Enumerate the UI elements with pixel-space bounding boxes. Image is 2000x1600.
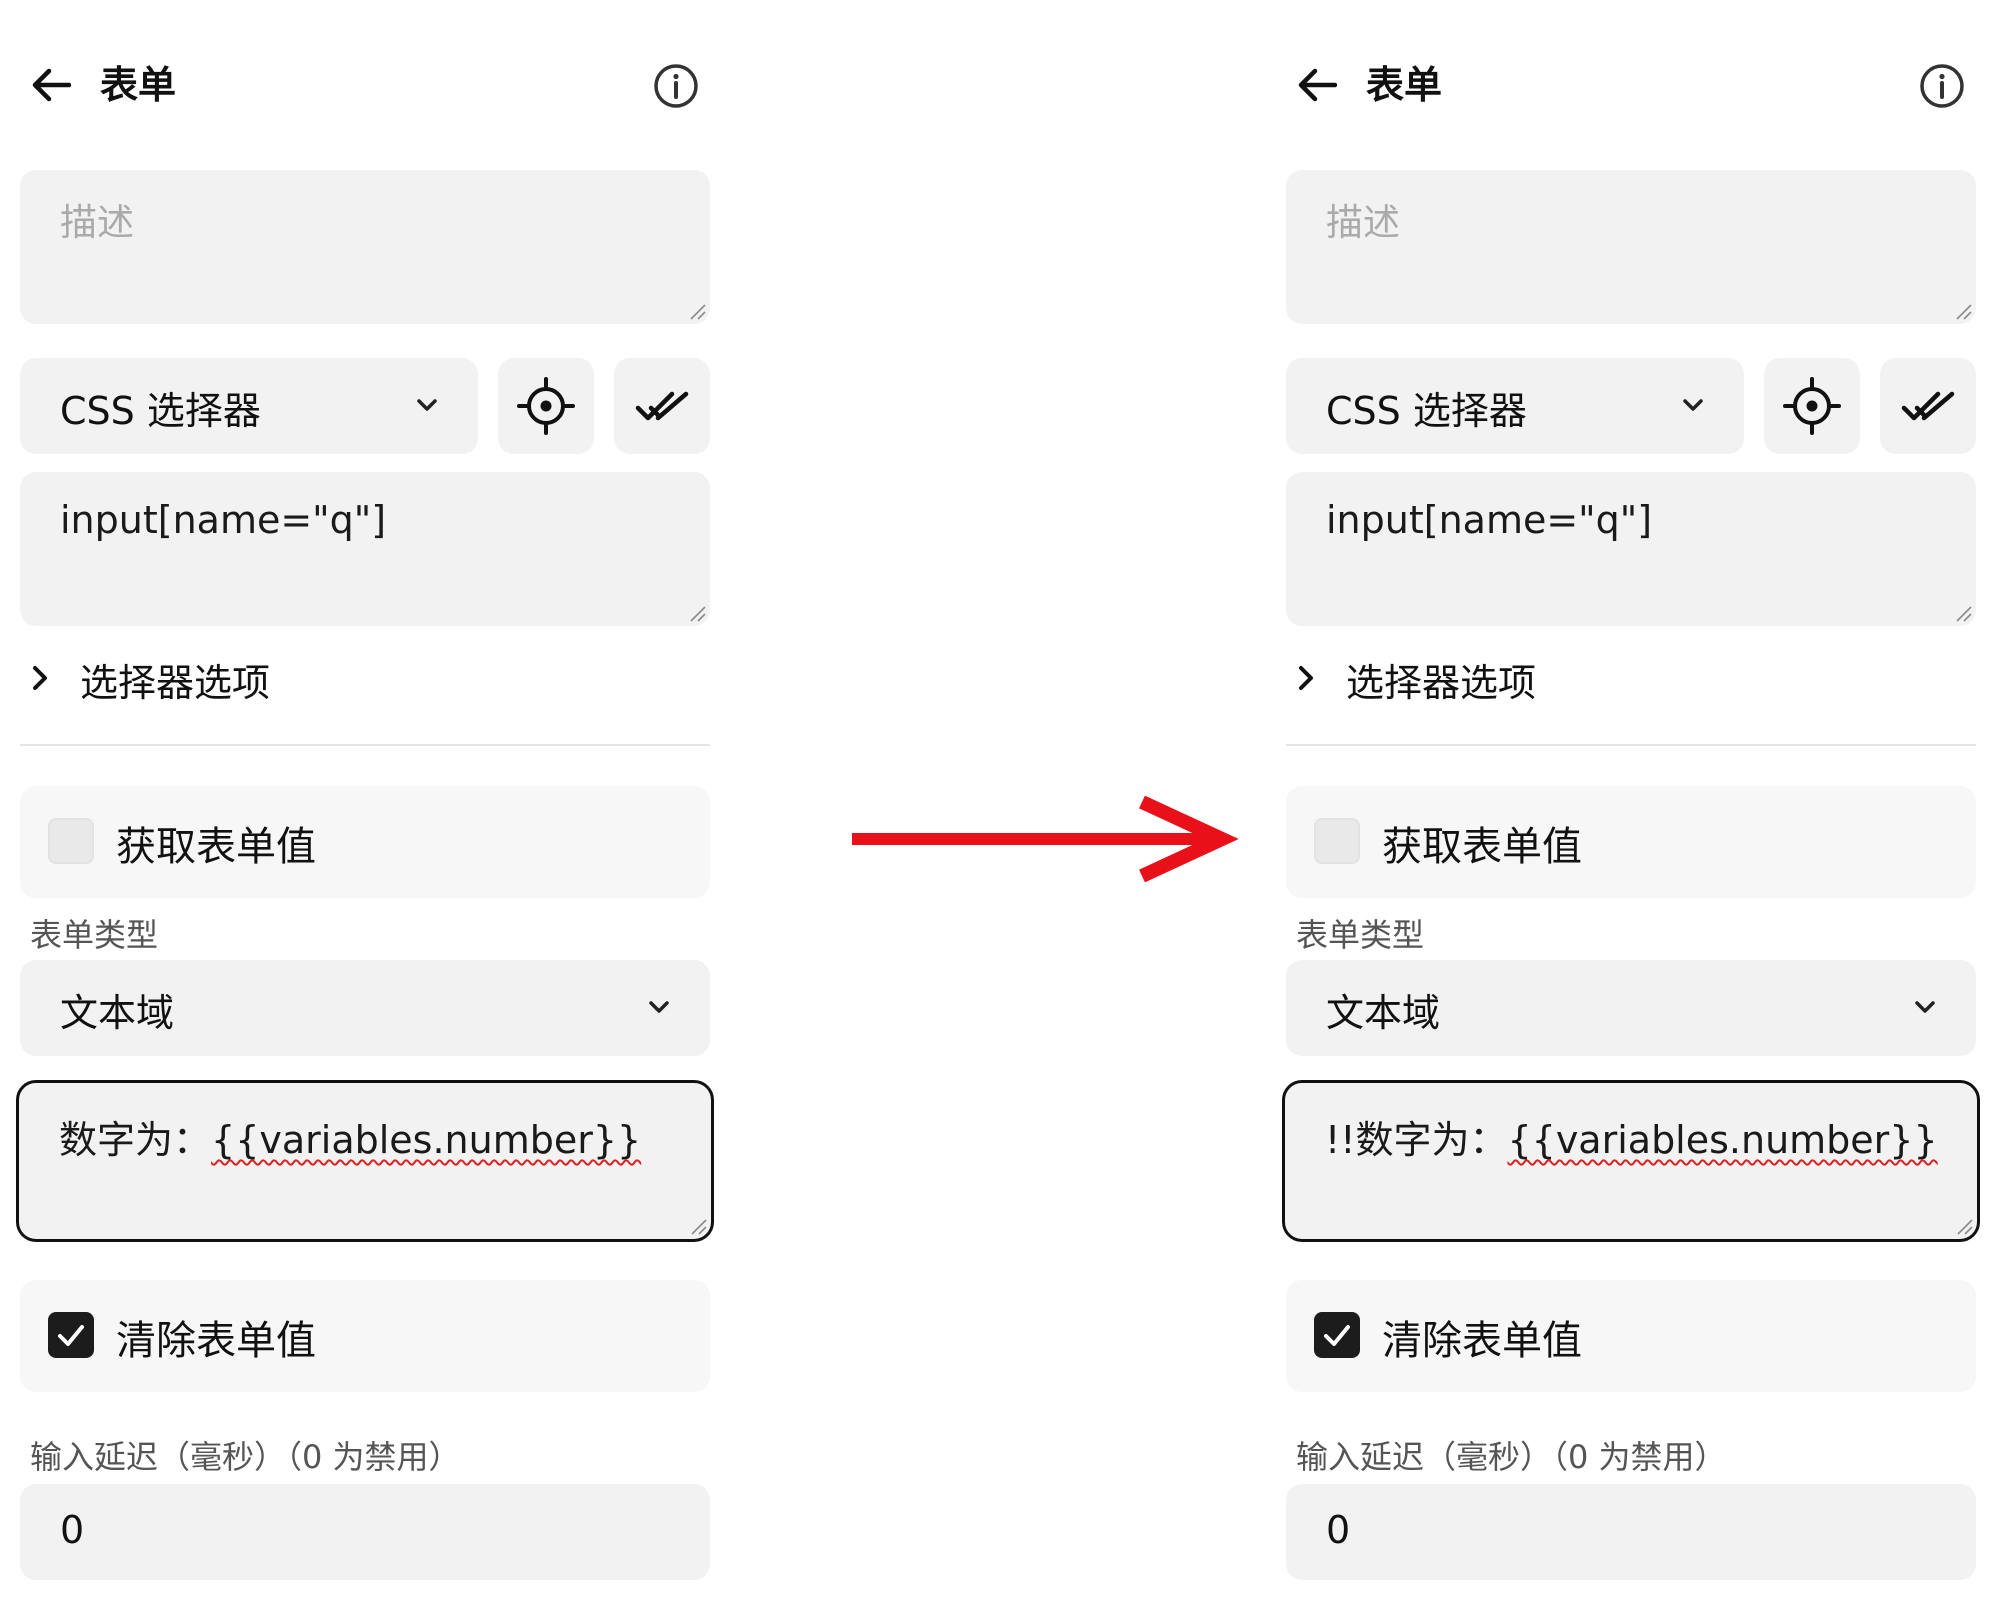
selector-type-select[interactable]: CSS 选择器 [1286, 358, 1744, 454]
clear-form-value-checkbox[interactable] [48, 1312, 94, 1358]
arrow-left-icon [32, 68, 71, 102]
selector-options-toggle[interactable]: 选择器选项 [20, 646, 710, 710]
chevron-down-icon [1683, 399, 1703, 411]
get-form-value-label: 获取表单值 [1382, 824, 1582, 870]
form-value-textarea[interactable]: 数字为：{{variables.number}} [16, 1080, 714, 1242]
form-type-value: 文本域 [1326, 991, 1441, 1035]
form-value-prefix: 数字为： [59, 1118, 212, 1162]
form-type-select[interactable]: 文本域 [20, 960, 710, 1056]
chevron-down-icon [417, 399, 437, 411]
selector-options-toggle[interactable]: 选择器选项 [1286, 646, 1976, 710]
form-value-variable: {{variables.number}} [211, 1118, 642, 1162]
resize-handle-icon[interactable] [688, 302, 706, 320]
info-button[interactable] [650, 60, 702, 112]
selector-value: input[name="q"] [1326, 498, 1653, 542]
pick-element-button[interactable] [1764, 358, 1860, 454]
resize-handle-icon[interactable] [688, 604, 706, 622]
get-form-value-checkbox[interactable] [48, 818, 94, 864]
section-divider [1286, 744, 1976, 746]
form-type-select[interactable]: 文本域 [1286, 960, 1976, 1056]
form-value-text: !!数字为：{{variables.number}} [1325, 1109, 1938, 1164]
resize-handle-icon[interactable] [1955, 1217, 1973, 1235]
chevron-right-icon [1299, 666, 1313, 690]
chevron-down-icon [649, 1001, 669, 1013]
form-panel-before: 表单 描述 CSS 选择器 input[name="q"] 选择器选项 获取表单… [16, 0, 720, 1600]
input-delay-field[interactable]: 0 [1286, 1484, 1976, 1580]
clear-form-value-label: 清除表单值 [1382, 1318, 1582, 1364]
verify-selector-button[interactable] [614, 358, 710, 454]
section-divider [20, 744, 710, 746]
clear-form-value-row: 清除表单值 [1286, 1280, 1976, 1392]
get-form-value-checkbox[interactable] [1314, 818, 1360, 864]
back-button[interactable] [28, 62, 74, 108]
crosshair-icon [517, 377, 575, 435]
input-delay-value: 0 [1326, 1508, 1351, 1552]
clear-form-value-row: 清除表单值 [20, 1280, 710, 1392]
panel-header: 表单 [20, 52, 710, 118]
description-textarea[interactable]: 描述 [1286, 170, 1976, 324]
verify-selector-button[interactable] [1880, 358, 1976, 454]
double-check-icon [635, 391, 689, 421]
description-placeholder: 描述 [1326, 201, 1400, 244]
selector-options-label: 选择器选项 [80, 661, 271, 705]
selector-options-label: 选择器选项 [1346, 661, 1537, 705]
resize-handle-icon[interactable] [1954, 604, 1972, 622]
input-delay-label: 输入延迟（毫秒）（0 为禁用） [30, 1438, 461, 1476]
checkmark-icon [58, 1325, 84, 1346]
input-delay-label: 输入延迟（毫秒）（0 为禁用） [1296, 1438, 1727, 1476]
clear-form-value-label: 清除表单值 [116, 1318, 316, 1364]
form-value-prefix: !!数字为： [1325, 1118, 1508, 1162]
selector-textarea[interactable]: input[name="q"] [1286, 472, 1976, 626]
form-type-label: 表单类型 [30, 916, 159, 954]
form-value-text: 数字为：{{variables.number}} [59, 1109, 641, 1164]
info-icon [1920, 64, 1964, 108]
panel-header: 表单 [1286, 52, 1976, 118]
selector-textarea[interactable]: input[name="q"] [20, 472, 710, 626]
resize-handle-icon[interactable] [689, 1217, 707, 1235]
form-value-textarea[interactable]: !!数字为：{{variables.number}} [1282, 1080, 1980, 1242]
page-title: 表单 [100, 63, 177, 107]
page-title: 表单 [1366, 63, 1443, 107]
selector-type-value: CSS 选择器 [1326, 389, 1527, 433]
chevron-right-icon [33, 666, 47, 690]
form-value-variable: {{variables.number}} [1507, 1118, 1938, 1162]
get-form-value-row: 获取表单值 [20, 786, 710, 898]
description-textarea[interactable]: 描述 [20, 170, 710, 324]
input-delay-field[interactable]: 0 [20, 1484, 710, 1580]
selector-type-select[interactable]: CSS 选择器 [20, 358, 478, 454]
description-placeholder: 描述 [60, 201, 134, 244]
pick-element-button[interactable] [498, 358, 594, 454]
form-type-value: 文本域 [60, 991, 175, 1035]
clear-form-value-checkbox[interactable] [1314, 1312, 1360, 1358]
resize-handle-icon[interactable] [1954, 302, 1972, 320]
info-button[interactable] [1916, 60, 1968, 112]
crosshair-icon [1783, 377, 1841, 435]
form-panel-after: 表单 描述 CSS 选择器 input[name="q"] 选择器选项 获取表单… [1282, 0, 1986, 1600]
transition-arrow-icon [852, 796, 1239, 882]
selector-type-value: CSS 选择器 [60, 389, 261, 433]
back-button[interactable] [1294, 62, 1340, 108]
double-check-icon [1901, 391, 1955, 421]
chevron-down-icon [1915, 1001, 1935, 1013]
get-form-value-row: 获取表单值 [1286, 786, 1976, 898]
info-icon [654, 64, 698, 108]
selector-value: input[name="q"] [60, 498, 387, 542]
get-form-value-label: 获取表单值 [116, 824, 316, 870]
checkmark-icon [1324, 1325, 1350, 1346]
input-delay-value: 0 [60, 1508, 85, 1552]
form-type-label: 表单类型 [1296, 916, 1425, 954]
arrow-left-icon [1298, 68, 1337, 102]
